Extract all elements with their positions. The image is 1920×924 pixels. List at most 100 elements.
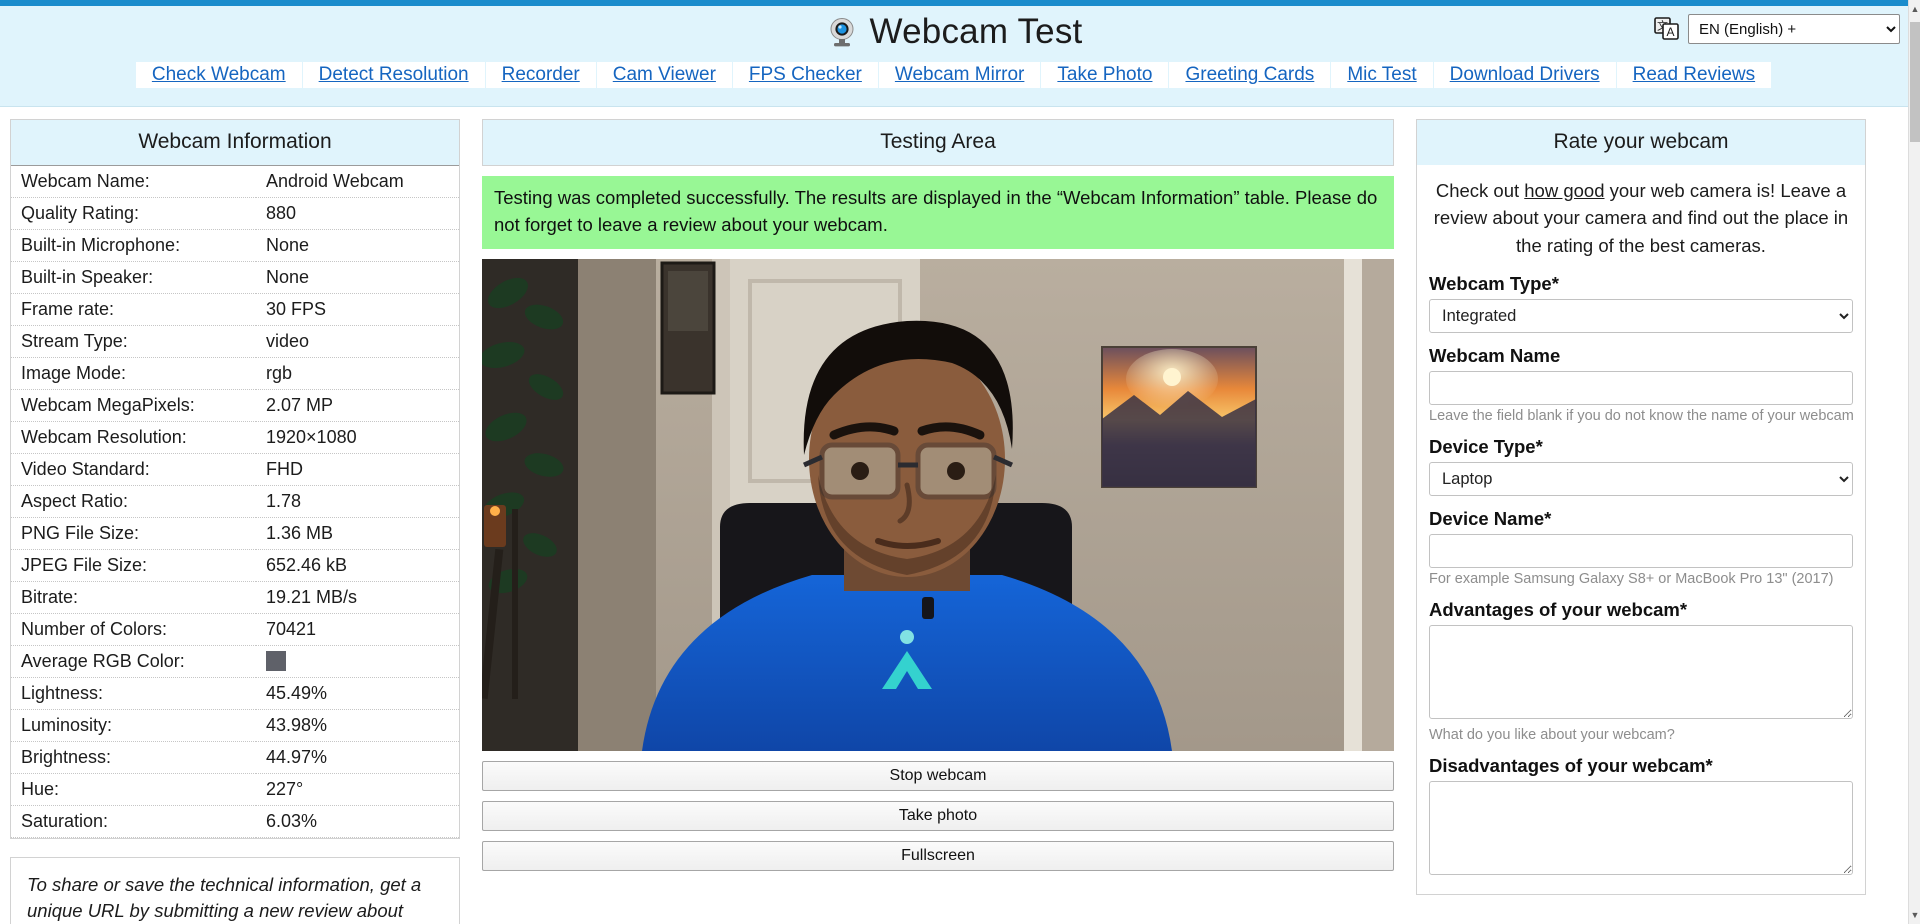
table-row: Brightness: 44.97% (11, 742, 459, 774)
language-selector-group: 文 A EN (English) + (1654, 14, 1900, 44)
nav-link-cam-viewer[interactable]: Cam Viewer (596, 62, 732, 88)
info-value: 880 (266, 203, 297, 223)
info-value: 30 FPS (266, 299, 327, 319)
success-alert: Testing was completed successfully. The … (482, 176, 1394, 249)
nav-link-mic-test[interactable]: Mic Test (1331, 62, 1433, 88)
nav-link-fps-checker[interactable]: FPS Checker (732, 62, 878, 88)
rate-form: Check out how good your web camera is! L… (1417, 165, 1865, 894)
webcam-information-column: Webcam Information Webcam Name: Android W… (10, 119, 460, 924)
table-row: Hue: 227° (11, 774, 459, 806)
webcam-controls: Stop webcam Take photo Fullscreen (482, 760, 1394, 871)
page-scrollbar[interactable]: ▲ ▼ (1908, 0, 1920, 924)
webcam-name-input[interactable] (1429, 371, 1853, 406)
nav-link-greeting-cards[interactable]: Greeting Cards (1169, 62, 1331, 88)
page-header: Webcam Test 文 A EN (English) + Check Web… (0, 6, 1908, 107)
table-row: Stream Type: video (11, 326, 459, 358)
nav-link-download-drivers[interactable]: Download Drivers (1433, 62, 1616, 88)
info-key: Number of Colors: (21, 619, 168, 639)
advantages-textarea[interactable] (1429, 625, 1853, 720)
translate-icon: 文 A (1654, 16, 1680, 42)
info-value (256, 646, 459, 678)
info-value: 2.07 MP (266, 395, 334, 415)
scrollbar-thumb[interactable] (1910, 22, 1920, 142)
testing-area-panel: Testing Area (482, 119, 1394, 166)
disadvantages-textarea[interactable] (1429, 781, 1853, 876)
main-content: Webcam Information Webcam Name: Android W… (0, 107, 1908, 924)
webcam-type-select[interactable]: Integrated (1429, 299, 1853, 334)
svg-text:A: A (1666, 25, 1674, 39)
stop-webcam-button[interactable]: Stop webcam (482, 760, 1394, 791)
device-name-input[interactable] (1429, 534, 1853, 569)
table-row: Quality Rating: 880 (11, 198, 459, 230)
info-key: Average RGB Color: (21, 651, 185, 671)
webcam-information-panel: Webcam Information Webcam Name: Android W… (10, 119, 460, 839)
nav-link-webcam-mirror[interactable]: Webcam Mirror (878, 62, 1041, 88)
table-row: Video Standard: FHD (11, 454, 459, 486)
table-row: Saturation: 6.03% (11, 806, 459, 838)
page-title: Webcam Test (869, 12, 1083, 51)
rate-your-webcam-column: Rate your webcam Check out how good your… (1416, 119, 1866, 896)
table-row: Built-in Speaker: None (11, 262, 459, 294)
table-row: Bitrate: 19.21 MB/s (11, 582, 459, 614)
info-key: Luminosity: (21, 715, 113, 735)
info-value: Android Webcam (266, 171, 404, 191)
how-good-link[interactable]: how good (1524, 180, 1604, 201)
info-key: Saturation: (21, 811, 109, 831)
nav-link-detect-resolution[interactable]: Detect Resolution (302, 62, 485, 88)
primary-nav: Check Webcam Detect Resolution Recorder … (0, 58, 1908, 102)
info-key: Stream Type: (21, 331, 128, 351)
webcam-video-preview[interactable] (482, 258, 1394, 751)
share-info-note: To share or save the technical informati… (10, 857, 460, 924)
fullscreen-button[interactable]: Fullscreen (482, 840, 1394, 871)
info-key: JPEG File Size: (21, 555, 148, 575)
advantages-hint: What do you like about your webcam? (1429, 727, 1675, 744)
info-key: Image Mode: (21, 363, 127, 383)
nav-link-read-reviews[interactable]: Read Reviews (1616, 62, 1772, 88)
rate-intro-before: Check out (1435, 180, 1525, 201)
webcam-name-label: Webcam Name (1429, 345, 1561, 367)
average-rgb-color-swatch (266, 651, 286, 671)
info-value: video (266, 331, 310, 351)
info-value: None (266, 267, 310, 287)
info-value: 6.03% (266, 811, 318, 831)
nav-link-recorder[interactable]: Recorder (485, 62, 596, 88)
webcam-type-label: Webcam Type* (1429, 273, 1559, 295)
info-key: Video Standard: (21, 459, 150, 479)
rate-your-webcam-panel: Rate your webcam Check out how good your… (1416, 119, 1866, 896)
table-row: Built-in Microphone: None (11, 230, 459, 262)
info-value: 227° (266, 779, 304, 799)
device-name-hint: For example Samsung Galaxy S8+ or MacBoo… (1429, 571, 1834, 588)
table-row: Image Mode: rgb (11, 358, 459, 390)
table-row: Luminosity: 43.98% (11, 710, 459, 742)
table-row: PNG File Size: 1.36 MB (11, 518, 459, 550)
info-value: FHD (266, 459, 303, 479)
info-key: Webcam Resolution: (21, 427, 187, 447)
info-key: Bitrate: (21, 587, 79, 607)
info-value: 1.78 (266, 491, 302, 511)
webcam-icon (826, 16, 858, 48)
table-row: Aspect Ratio: 1.78 (11, 486, 459, 518)
nav-link-check-webcam[interactable]: Check Webcam (135, 62, 302, 88)
webcam-information-heading: Webcam Information (11, 120, 459, 165)
table-row: Webcam Name: Android Webcam (11, 165, 459, 198)
language-select[interactable]: EN (English) + (1688, 14, 1900, 44)
info-key: PNG File Size: (21, 523, 140, 543)
info-value: 44.97% (266, 747, 328, 767)
testing-area-heading: Testing Area (482, 119, 1394, 166)
info-value: 19.21 MB/s (266, 587, 358, 607)
take-photo-button[interactable]: Take photo (482, 800, 1394, 831)
table-row: Webcam Resolution: 1920×1080 (11, 422, 459, 454)
device-type-select[interactable]: Laptop (1429, 462, 1853, 497)
nav-link-take-photo[interactable]: Take Photo (1041, 62, 1169, 88)
info-key: Quality Rating: (21, 203, 140, 223)
scroll-up-arrow[interactable]: ▲ (1909, 2, 1920, 16)
testing-area-column: Testing Area Testing was completed succe… (482, 119, 1394, 871)
scroll-down-arrow[interactable]: ▼ (1909, 908, 1920, 922)
info-value: 1920×1080 (266, 427, 357, 447)
info-key: Hue: (21, 779, 60, 799)
table-row: Frame rate: 30 FPS (11, 294, 459, 326)
info-key: Brightness: (21, 747, 112, 767)
info-value: 43.98% (266, 715, 328, 735)
